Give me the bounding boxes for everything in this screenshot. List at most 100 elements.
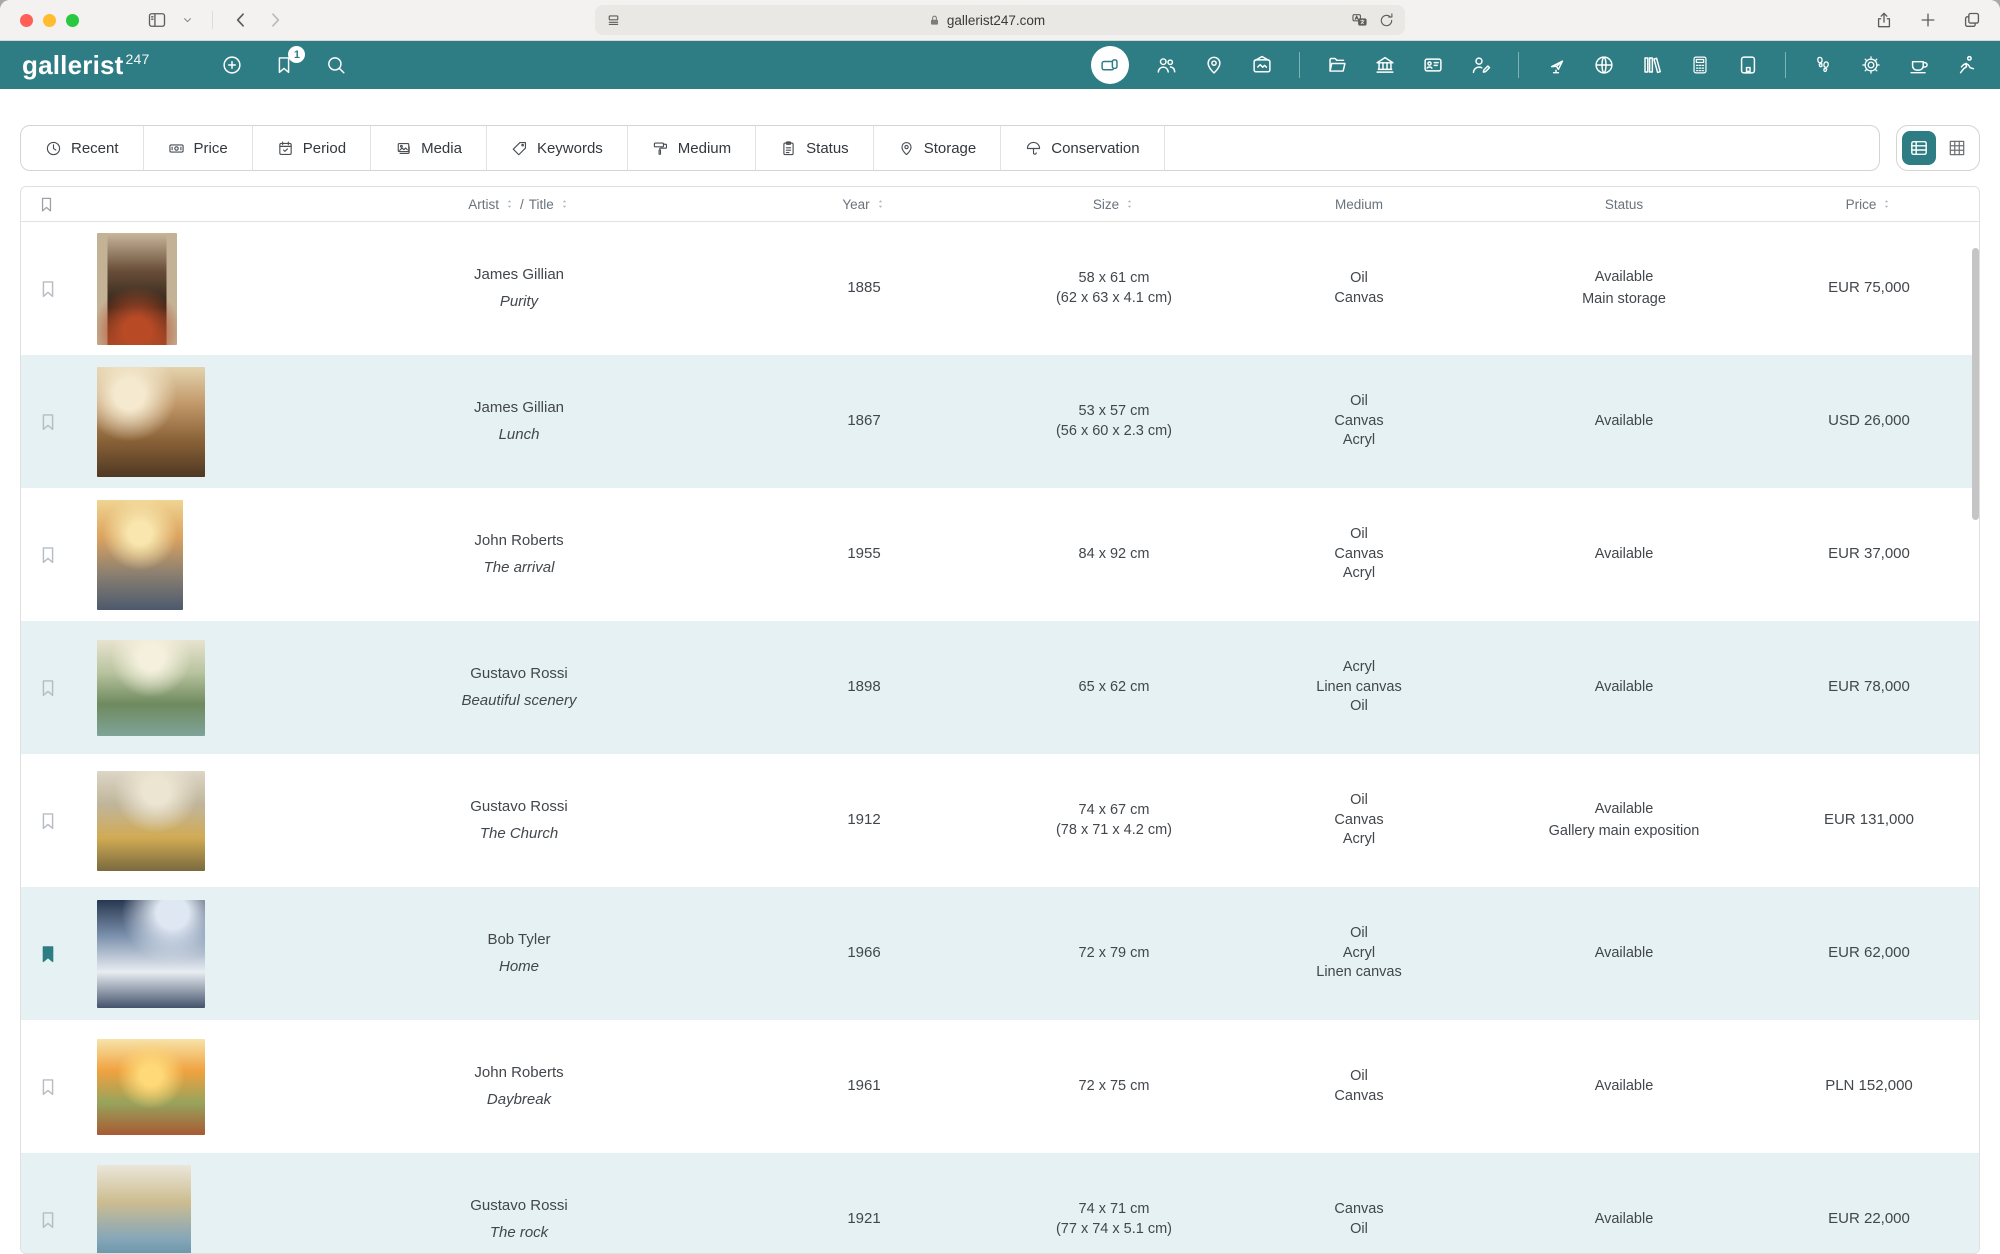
filter-bar: RecentPricePeriodMediaKeywordsMedium Stat… bbox=[20, 125, 1880, 171]
web-icon[interactable] bbox=[1593, 54, 1615, 76]
address-bar[interactable]: gallerist247.com bbox=[595, 5, 1405, 35]
sort-icon[interactable] bbox=[875, 197, 886, 211]
artwork-title: Lunch bbox=[499, 425, 540, 445]
table-header: Artist / Title Year Size Medium Status P… bbox=[21, 187, 1979, 222]
sidebar-chevron-down-icon[interactable] bbox=[181, 10, 194, 30]
mail-icon[interactable] bbox=[1251, 54, 1273, 76]
sidebar-toggle-icon[interactable] bbox=[147, 10, 167, 30]
artwork-thumbnail-sea-cliff[interactable] bbox=[97, 1165, 191, 1254]
zoom-window-button[interactable] bbox=[66, 14, 79, 27]
back-button[interactable] bbox=[231, 10, 251, 30]
row-bookmark-toggle[interactable] bbox=[37, 1209, 59, 1231]
client-edit-icon[interactable] bbox=[1470, 54, 1492, 76]
artwork-row[interactable]: Gustavo RossiThe Church191274 x 67 cm(78… bbox=[21, 754, 1979, 887]
artwork-thumbnail-ship-at-sunset-harbor[interactable] bbox=[97, 500, 183, 610]
logout-icon[interactable] bbox=[1956, 54, 1978, 76]
reader-view-icon[interactable] bbox=[605, 12, 622, 29]
minimize-window-button[interactable] bbox=[43, 14, 56, 27]
business-cards-icon[interactable] bbox=[1422, 54, 1444, 76]
artwork-title: Daybreak bbox=[487, 1090, 551, 1110]
artworks-icon[interactable] bbox=[1099, 54, 1121, 76]
institutions-icon[interactable] bbox=[1374, 54, 1396, 76]
new-tab-icon[interactable] bbox=[1918, 10, 1938, 30]
clipboard-icon bbox=[780, 140, 797, 157]
app-logo[interactable]: gallerist247 bbox=[22, 50, 149, 81]
logo-superscript: 247 bbox=[126, 51, 150, 67]
row-bookmark-toggle[interactable] bbox=[37, 1076, 59, 1098]
filter-recent[interactable]: Recent bbox=[21, 126, 144, 170]
banknote-icon bbox=[168, 140, 185, 157]
tab-overview-icon[interactable] bbox=[1962, 10, 1982, 30]
refresh-icon[interactable] bbox=[1378, 12, 1395, 29]
search-icon[interactable] bbox=[325, 54, 347, 76]
artwork-row[interactable]: Bob TylerHome196672 x 79 cmOilAcrylLinen… bbox=[21, 887, 1979, 1020]
cell-artist-title: Gustavo RossiThe Church bbox=[309, 797, 729, 844]
cell-status: Available bbox=[1489, 1076, 1759, 1098]
artwork-thumbnail-church-in-golden-field[interactable] bbox=[97, 771, 205, 871]
row-bookmark-toggle[interactable] bbox=[37, 943, 59, 965]
sort-icon[interactable] bbox=[1881, 197, 1892, 211]
filter-storage[interactable]: Storage bbox=[874, 126, 1002, 170]
filter-label: Status bbox=[806, 140, 849, 157]
row-bookmark-toggle[interactable] bbox=[37, 810, 59, 832]
filter-keywords[interactable]: Keywords bbox=[487, 126, 628, 170]
sort-icon[interactable] bbox=[504, 197, 515, 211]
artist-name: Gustavo Rossi bbox=[470, 664, 568, 684]
cell-price: EUR 62,000 bbox=[1759, 943, 1979, 963]
row-bookmark-toggle[interactable] bbox=[37, 544, 59, 566]
add-artwork-icon[interactable] bbox=[221, 54, 243, 76]
contacts-icon[interactable] bbox=[1155, 54, 1177, 76]
column-year[interactable]: Year bbox=[729, 197, 999, 212]
filter-period[interactable]: Period bbox=[253, 126, 371, 170]
artist-name: John Roberts bbox=[474, 531, 563, 551]
promotion-icon[interactable] bbox=[1545, 54, 1567, 76]
nav-active-item-artworks[interactable] bbox=[1091, 46, 1129, 84]
ledger-icon[interactable] bbox=[1737, 54, 1759, 76]
artwork-row[interactable]: Gustavo RossiThe rock192174 x 71 cm(77 x… bbox=[21, 1153, 1979, 1254]
locations-icon[interactable] bbox=[1203, 54, 1225, 76]
cell-price: EUR 131,000 bbox=[1759, 810, 1979, 830]
translate-icon[interactable] bbox=[1351, 12, 1368, 29]
close-window-button[interactable] bbox=[20, 14, 33, 27]
paint-roller-icon bbox=[652, 140, 669, 157]
accounting-icon[interactable] bbox=[1689, 54, 1711, 76]
artwork-thumbnail-lake-landscape-with-trees[interactable] bbox=[97, 640, 205, 736]
filter-status[interactable]: Status bbox=[756, 126, 874, 170]
sort-icon[interactable] bbox=[1124, 197, 1135, 211]
provenance-icon[interactable] bbox=[1812, 54, 1834, 76]
artwork-thumbnail-cafe-interior-scene[interactable] bbox=[97, 367, 205, 477]
row-bookmark-toggle[interactable] bbox=[37, 677, 59, 699]
sort-icon[interactable] bbox=[559, 197, 570, 211]
column-price[interactable]: Price bbox=[1759, 197, 1979, 212]
column-size[interactable]: Size bbox=[999, 197, 1229, 212]
artwork-row[interactable]: John RobertsDaybreak196172 x 75 cmOilCan… bbox=[21, 1020, 1979, 1153]
cell-status: Available bbox=[1489, 411, 1759, 433]
scrollbar-thumb[interactable] bbox=[1972, 248, 1979, 520]
cell-price: EUR 78,000 bbox=[1759, 677, 1979, 697]
library-icon[interactable] bbox=[1641, 54, 1663, 76]
documents-icon[interactable] bbox=[1326, 54, 1348, 76]
break-icon[interactable] bbox=[1908, 54, 1930, 76]
artwork-thumbnail-snowy-village-night-mountain[interactable] bbox=[97, 900, 205, 1008]
artwork-thumbnail-portrait-woman-in-doorway[interactable] bbox=[97, 233, 177, 345]
filter-price[interactable]: Price bbox=[144, 126, 253, 170]
toolbar-divider bbox=[212, 11, 213, 29]
filter-medium[interactable]: Medium bbox=[628, 126, 756, 170]
settings-icon[interactable] bbox=[1860, 54, 1882, 76]
filter-media[interactable]: Media bbox=[371, 126, 487, 170]
artwork-row[interactable]: Gustavo RossiBeautiful scenery189865 x 6… bbox=[21, 621, 1979, 754]
bookmark-count-badge: 1 bbox=[288, 46, 305, 63]
row-bookmark-toggle[interactable] bbox=[37, 278, 59, 300]
share-icon[interactable] bbox=[1874, 10, 1894, 30]
artwork-row[interactable]: John RobertsThe arrival195584 x 92 cmOil… bbox=[21, 488, 1979, 621]
artwork-thumbnail-sunrise-flower-meadow[interactable] bbox=[97, 1039, 205, 1135]
artwork-row[interactable]: James GillianPurity188558 x 61 cm(62 x 6… bbox=[21, 222, 1979, 355]
column-artist-title[interactable]: Artist / Title bbox=[309, 197, 729, 212]
row-bookmark-toggle[interactable] bbox=[37, 411, 59, 433]
bookmarks-icon[interactable]: 1 bbox=[273, 54, 295, 76]
artwork-row[interactable]: James GillianLunch186753 x 57 cm(56 x 60… bbox=[21, 355, 1979, 488]
grid-view-button[interactable] bbox=[1940, 131, 1974, 165]
forward-button[interactable] bbox=[265, 10, 285, 30]
filter-conservation[interactable]: Conservation bbox=[1001, 126, 1164, 170]
list-view-button[interactable] bbox=[1902, 131, 1936, 165]
